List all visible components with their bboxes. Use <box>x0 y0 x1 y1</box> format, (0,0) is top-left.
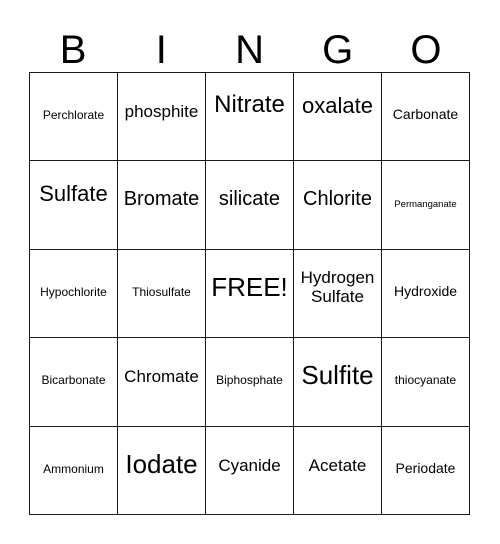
bingo-cell-r5c2[interactable]: Iodate <box>118 426 206 515</box>
bingo-cell-r5c4[interactable]: Acetate <box>294 426 382 515</box>
bingo-cell-label: oxalate <box>302 93 373 118</box>
bingo-cell-r2c3[interactable]: silicate <box>206 161 294 250</box>
bingo-cell-r1c5[interactable]: Carbonate <box>382 73 470 162</box>
bingo-cell-label: Permanganate <box>394 199 457 211</box>
bingo-cell-r5c3[interactable]: Cyanide <box>206 426 294 515</box>
bingo-cell-r4c4[interactable]: Sulfite <box>294 338 382 427</box>
bingo-header-letter-n: N <box>235 28 264 72</box>
bingo-cell-label: Hydroxide <box>393 282 458 299</box>
bingo-cell-label: Ammonium <box>43 461 104 476</box>
bingo-cell-r1c2[interactable]: phosphite <box>118 73 206 162</box>
bingo-cell-r4c2[interactable]: Chromate <box>118 338 206 427</box>
bingo-cell-r2c5[interactable]: Permanganate <box>382 161 470 250</box>
bingo-cell-label: Bromate <box>123 188 200 211</box>
bingo-cell-label: Acetate <box>308 455 367 475</box>
bingo-cell-r5c1[interactable]: Ammonium <box>30 426 118 515</box>
bingo-cell-label: Biphosphate <box>216 373 283 388</box>
bingo-cell-free-space[interactable]: FREE! <box>206 249 294 339</box>
bingo-cell-label: Cyanide <box>218 455 281 475</box>
bingo-cell-r2c2[interactable]: Bromate <box>118 161 206 250</box>
bingo-cell-r1c3[interactable]: Nitrate <box>206 73 294 162</box>
bingo-header-row: B I N G O <box>29 14 470 72</box>
bingo-cell-label: Periodate <box>395 459 456 476</box>
bingo-cell-r2c4[interactable]: Chlorite <box>294 161 382 250</box>
bingo-cell-label: Chlorite <box>303 188 372 211</box>
bingo-cell-label: phosphite <box>124 102 199 121</box>
bingo-grid: Perchlorate phosphite Nitrate oxalate Ca… <box>29 72 470 515</box>
bingo-cell-r3c2[interactable]: Thiosulfate <box>118 249 206 339</box>
bingo-cell-label: thiocyanate <box>394 373 457 388</box>
bingo-cell-r1c4[interactable]: oxalate <box>294 73 382 162</box>
bingo-cell-r3c5[interactable]: Hydroxide <box>382 249 470 339</box>
bingo-cell-label: Hypochlorite <box>40 284 107 299</box>
bingo-cell-label: Nitrate <box>214 91 285 118</box>
bingo-cell-label: Sulfate <box>39 181 108 207</box>
bingo-cell-r5c5[interactable]: Periodate <box>382 426 470 515</box>
bingo-header-letter-g: G <box>322 28 354 72</box>
bingo-cell-label: Chromate <box>124 367 199 387</box>
bingo-header-letter-i: I <box>155 28 167 72</box>
bingo-header-letter-o: O <box>410 28 442 72</box>
bingo-cell-label: Carbonate <box>392 106 459 122</box>
bingo-cell-r1c1[interactable]: Perchlorate <box>30 73 118 162</box>
bingo-cell-r3c1[interactable]: Hypochlorite <box>30 249 118 339</box>
bingo-cell-r3c4[interactable]: Hydrogen Sulfate <box>294 249 382 339</box>
bingo-header-letter-b: B <box>59 28 87 72</box>
bingo-card: B I N G O Perchlorate phosphite Nitrate … <box>0 0 500 544</box>
bingo-cell-label: silicate <box>218 188 281 211</box>
bingo-cell-label: Iodate <box>125 448 198 479</box>
bingo-cell-label: Hydrogen Sulfate <box>300 267 375 306</box>
bingo-cell-r4c5[interactable]: thiocyanate <box>382 338 470 427</box>
bingo-cell-label: Perchlorate <box>42 108 105 122</box>
bingo-cell-r4c1[interactable]: Bicarbonate <box>30 338 118 427</box>
bingo-cell-r4c3[interactable]: Biphosphate <box>206 338 294 427</box>
bingo-cell-label: Bicarbonate <box>41 373 106 388</box>
bingo-cell-label: Sulfite <box>301 360 374 391</box>
bingo-free-space-label: FREE! <box>211 271 288 302</box>
bingo-cell-label: Thiosulfate <box>132 284 191 299</box>
bingo-cell-r2c1[interactable]: Sulfate <box>30 161 118 250</box>
